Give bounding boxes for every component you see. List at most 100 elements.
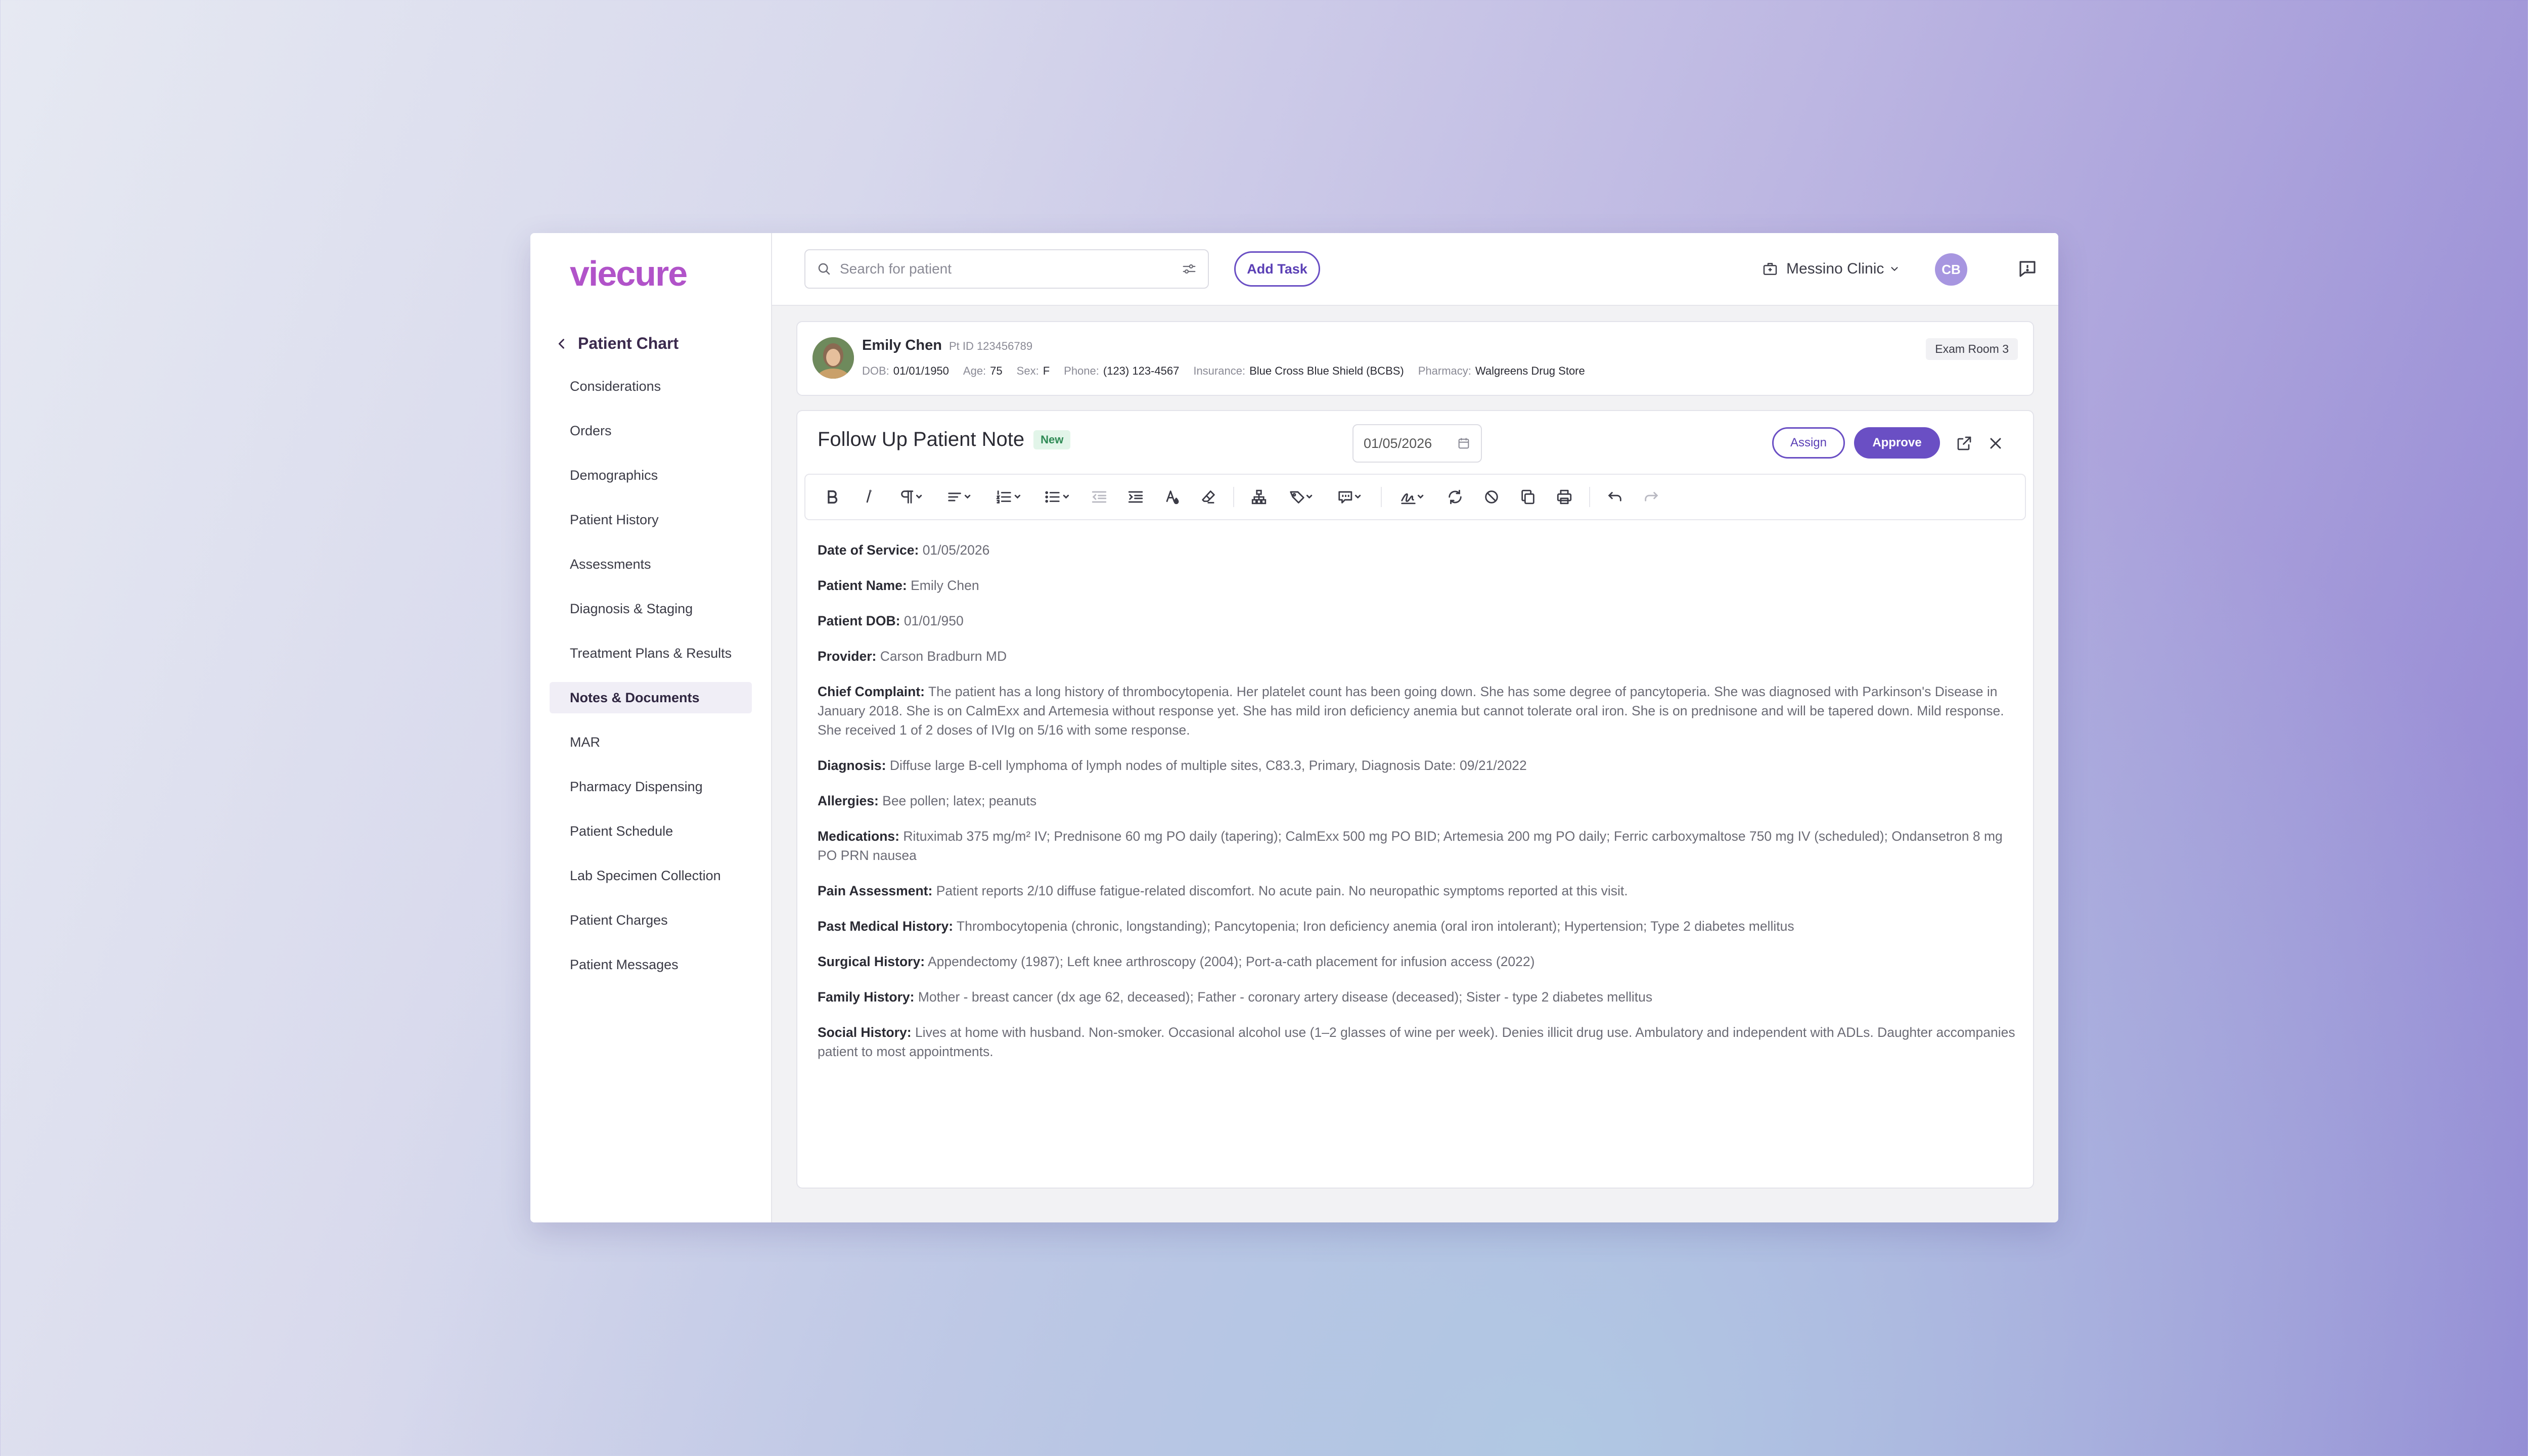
top-bar: Add Task Messino Clinic CB bbox=[772, 233, 2058, 306]
app-logo: viecure bbox=[570, 254, 688, 293]
patient-phone: Phone: (123) 123-4567 bbox=[1064, 365, 1180, 377]
main-content: Add Task Messino Clinic CB Emily Chen bbox=[772, 233, 2058, 1222]
note-editor-panel: Follow Up Patient Note New 01/05/2026 As… bbox=[796, 410, 2034, 1189]
note-section-provider: Provider: Carson Bradburn MD bbox=[818, 649, 1007, 664]
note-section-past-medical-history: Past Medical History: Thrombocytopenia (… bbox=[818, 919, 1794, 934]
paragraph-format-button[interactable] bbox=[893, 485, 929, 509]
numbered-list-icon bbox=[996, 490, 1021, 504]
note-section-family-history: Family History: Mother - breast cancer (… bbox=[818, 989, 1653, 1005]
app-window: viecure Patient Chart Considerations Ord… bbox=[530, 233, 2058, 1222]
assign-button[interactable]: Assign bbox=[1772, 427, 1845, 459]
sidebar-item-pharmacy-dispensing[interactable]: Pharmacy Dispensing bbox=[550, 771, 752, 802]
patient-search bbox=[804, 249, 1209, 289]
patient-name[interactable]: Emily Chen bbox=[862, 337, 942, 354]
patient-portrait-icon bbox=[812, 337, 854, 379]
sidebar-item-notes-documents[interactable]: Notes & Documents bbox=[550, 682, 752, 713]
user-avatar[interactable]: CB bbox=[1935, 253, 1967, 286]
copy-button[interactable] bbox=[1516, 485, 1540, 509]
sidebar: viecure Patient Chart Considerations Ord… bbox=[530, 233, 772, 1222]
note-section-patient-dob: Patient DOB: 01/01/950 bbox=[818, 613, 964, 628]
hierarchy-button[interactable] bbox=[1247, 485, 1271, 509]
text-color-icon bbox=[1166, 490, 1179, 505]
patient-photo bbox=[812, 337, 854, 379]
sidebar-item-patient-history[interactable]: Patient History bbox=[550, 504, 752, 535]
redo-button[interactable] bbox=[1640, 485, 1663, 509]
patient-id: Pt ID 123456789 bbox=[949, 340, 1033, 352]
redo-icon bbox=[1645, 492, 1658, 502]
numbered-list-button[interactable] bbox=[990, 485, 1026, 509]
signature-icon bbox=[1401, 493, 1424, 505]
chevron-down-icon bbox=[1891, 267, 1898, 271]
block-button[interactable] bbox=[1480, 485, 1503, 509]
note-section-diagnosis: Diagnosis: Diffuse large B-cell lymphoma… bbox=[818, 758, 1527, 773]
note-section-date-of-service: Date of Service: 01/05/2026 bbox=[818, 542, 990, 558]
clinic-selector[interactable]: Messino Clinic bbox=[1762, 255, 1900, 283]
note-section-chief-complaint: Chief Complaint: The patient has a long … bbox=[818, 684, 2004, 738]
sidebar-item-orders[interactable]: Orders bbox=[550, 415, 752, 446]
clear-format-button[interactable] bbox=[1197, 485, 1220, 509]
sidebar-item-patient-schedule[interactable]: Patient Schedule bbox=[550, 815, 752, 847]
note-date-picker[interactable]: 01/05/2026 bbox=[1352, 424, 1482, 463]
note-content[interactable]: Date of Service: 01/05/2026 Patient Name… bbox=[818, 540, 2016, 1077]
quick-text-button[interactable] bbox=[1332, 485, 1368, 509]
refresh-icon bbox=[1449, 489, 1462, 505]
outdent-icon bbox=[1092, 491, 1107, 503]
speech-bubble-icon bbox=[1338, 491, 1361, 504]
approve-button[interactable]: Approve bbox=[1854, 427, 1940, 459]
note-section-patient-name: Patient Name: Emily Chen bbox=[818, 578, 979, 593]
patient-sex: Sex: F bbox=[1016, 365, 1050, 377]
note-date-value: 01/05/2026 bbox=[1364, 435, 1432, 451]
sidebar-item-treatment-plans[interactable]: Treatment Plans & Results bbox=[550, 638, 752, 669]
toolbar-divider bbox=[1589, 487, 1590, 507]
feedback-message-icon[interactable] bbox=[2017, 258, 2038, 280]
undo-button[interactable] bbox=[1603, 485, 1627, 509]
copy-icon bbox=[1521, 489, 1534, 505]
sidebar-item-mar[interactable]: MAR bbox=[550, 726, 752, 758]
tag-icon bbox=[1290, 491, 1313, 504]
indent-icon bbox=[1128, 491, 1143, 503]
sidebar-item-patient-messages[interactable]: Patient Messages bbox=[550, 949, 752, 980]
signature-button[interactable] bbox=[1395, 485, 1430, 509]
add-task-button[interactable]: Add Task bbox=[1234, 251, 1320, 287]
sidebar-item-considerations[interactable]: Considerations bbox=[550, 371, 752, 402]
sidebar-item-demographics[interactable]: Demographics bbox=[550, 460, 752, 491]
bold-button[interactable] bbox=[821, 485, 844, 509]
bold-icon bbox=[828, 490, 838, 504]
refresh-button[interactable] bbox=[1443, 485, 1467, 509]
bullet-list-button[interactable] bbox=[1039, 485, 1074, 509]
patient-pharmacy: Pharmacy: Walgreens Drug Store bbox=[1418, 365, 1585, 377]
note-title: Follow Up Patient Note bbox=[818, 428, 1025, 450]
patient-dob: DOB: 01/01/1950 bbox=[862, 365, 949, 377]
italic-button[interactable] bbox=[857, 485, 880, 509]
align-left-icon bbox=[948, 492, 971, 502]
indent-button[interactable] bbox=[1124, 485, 1147, 509]
back-to-patient-chart[interactable]: Patient Chart bbox=[555, 334, 679, 353]
patient-chart-nav: Considerations Orders Demographics Patie… bbox=[550, 371, 752, 993]
sidebar-item-patient-charges[interactable]: Patient Charges bbox=[550, 904, 752, 936]
exam-room-badge: Exam Room 3 bbox=[1926, 338, 2018, 360]
back-link-label: Patient Chart bbox=[578, 334, 679, 352]
outdent-button[interactable] bbox=[1088, 485, 1111, 509]
block-icon bbox=[1485, 490, 1498, 504]
toolbar-divider bbox=[1381, 487, 1382, 507]
align-button[interactable] bbox=[942, 485, 977, 509]
close-icon[interactable] bbox=[1987, 434, 2005, 452]
tag-button[interactable] bbox=[1284, 485, 1319, 509]
sidebar-item-lab-specimen-collection[interactable]: Lab Specimen Collection bbox=[550, 860, 752, 891]
search-input[interactable] bbox=[839, 260, 1182, 278]
patient-age: Age: 75 bbox=[963, 365, 1003, 377]
text-color-button[interactable] bbox=[1160, 485, 1184, 509]
patient-name-row: Emily Chen Pt ID 123456789 bbox=[862, 337, 1032, 354]
note-section-pain-assessment: Pain Assessment: Patient reports 2/10 di… bbox=[818, 883, 1628, 898]
filter-sliders-icon[interactable] bbox=[1182, 261, 1197, 277]
chevron-left-icon bbox=[558, 338, 564, 349]
undo-icon bbox=[1608, 492, 1621, 502]
patient-header-card: Emily Chen Pt ID 123456789 DOB: 01/01/195… bbox=[796, 321, 2034, 396]
note-section-medications: Medications: Rituximab 375 mg/m² IV; Pre… bbox=[818, 829, 2003, 863]
paragraph-icon bbox=[901, 490, 922, 504]
open-external-icon[interactable] bbox=[1955, 434, 1973, 452]
sidebar-item-assessments[interactable]: Assessments bbox=[550, 549, 752, 580]
sidebar-item-diagnosis-staging[interactable]: Diagnosis & Staging bbox=[550, 593, 752, 624]
print-button[interactable] bbox=[1553, 485, 1576, 509]
hierarchy-icon bbox=[1251, 489, 1267, 505]
